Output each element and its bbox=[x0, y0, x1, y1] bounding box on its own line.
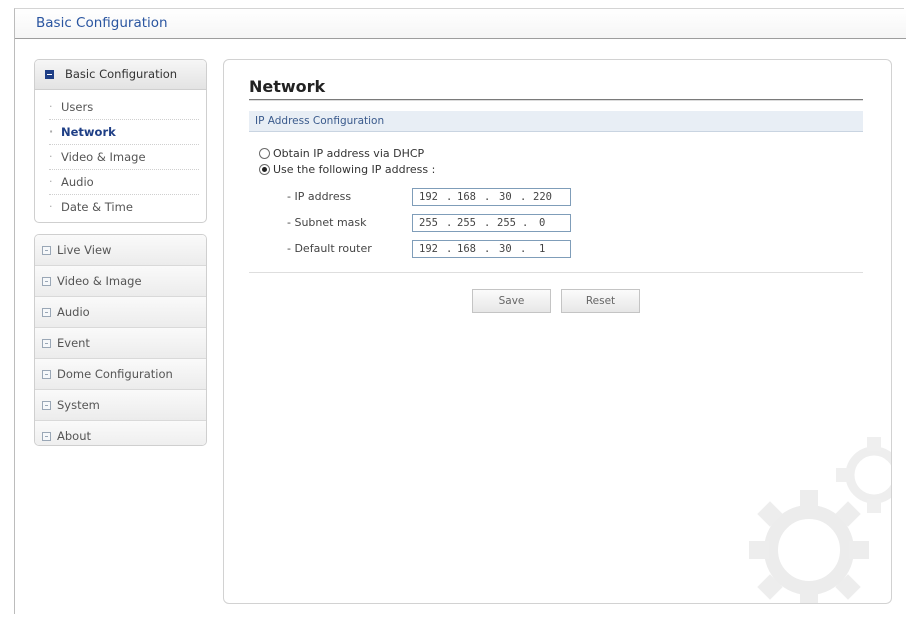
section-header: IP Address Configuration bbox=[249, 111, 863, 132]
minus-square-icon bbox=[45, 70, 54, 79]
subnet-mask-input[interactable]: 255 . 255 . 255 . 0 bbox=[412, 214, 571, 232]
form-divider bbox=[249, 272, 863, 273]
bullet-icon: · bbox=[49, 100, 53, 113]
sidebar-menu-event[interactable]: Event bbox=[35, 328, 206, 359]
sidebar-group-basic-configuration[interactable]: Basic Configuration bbox=[35, 60, 206, 90]
dhcp-radio[interactable] bbox=[259, 148, 270, 159]
plus-square-icon bbox=[42, 432, 51, 441]
sidebar-item-network[interactable]: · Network bbox=[49, 120, 199, 145]
router-octet-3[interactable]: 30 bbox=[499, 243, 512, 255]
dhcp-radio-label: Obtain IP address via DHCP bbox=[273, 147, 425, 160]
sidebar-item-label: Date & Time bbox=[61, 200, 133, 214]
page-title: Network bbox=[249, 77, 326, 96]
sidebar-menu-label: Dome Configuration bbox=[57, 367, 173, 381]
sidebar-item-label: Network bbox=[61, 125, 116, 139]
main-panel: Network IP Address Configuration Obtain … bbox=[223, 59, 892, 604]
sidebar-menu-label: Audio bbox=[57, 305, 90, 319]
section-title: IP Address Configuration bbox=[255, 115, 385, 127]
sidebar-item-video-image[interactable]: · Video & Image bbox=[49, 145, 199, 170]
sidebar-menu-live-view[interactable]: Live View bbox=[35, 235, 206, 266]
ip-octet-2[interactable]: 168 bbox=[457, 191, 476, 203]
ip-octet-3[interactable]: 30 bbox=[499, 191, 512, 203]
ip-address-input[interactable]: 192 . 168 . 30 . 220 bbox=[412, 188, 571, 206]
plus-square-icon bbox=[42, 401, 51, 410]
default-router-label: - Default router bbox=[287, 242, 372, 255]
plus-square-icon bbox=[42, 246, 51, 255]
subnet-octet-3[interactable]: 255 bbox=[497, 217, 516, 229]
sidebar-menu-system[interactable]: System bbox=[35, 390, 206, 421]
sidebar-config-group: Basic Configuration · Users · Network · … bbox=[34, 59, 207, 223]
sidebar-menu-audio[interactable]: Audio bbox=[35, 297, 206, 328]
ip-octet-4[interactable]: 220 bbox=[533, 191, 552, 203]
sidebar-menu-video-image[interactable]: Video & Image bbox=[35, 266, 206, 297]
bullet-icon: · bbox=[49, 150, 53, 163]
subnet-mask-label: - Subnet mask bbox=[287, 216, 367, 229]
sidebar-menu-label: Video & Image bbox=[57, 274, 142, 288]
sidebar-item-date-time[interactable]: · Date & Time bbox=[49, 195, 199, 219]
page-header-title: Basic Configuration bbox=[36, 15, 168, 31]
sidebar-menu-dome-configuration[interactable]: Dome Configuration bbox=[35, 359, 206, 390]
gears-watermark-icon bbox=[749, 437, 891, 603]
subnet-octet-2[interactable]: 255 bbox=[457, 217, 476, 229]
sidebar-menu-label: Event bbox=[57, 336, 90, 350]
sidebar-menu-label: System bbox=[57, 398, 100, 412]
top-bar: Basic Configuration bbox=[15, 9, 906, 39]
router-octet-2[interactable]: 168 bbox=[457, 243, 476, 255]
static-ip-radio[interactable] bbox=[259, 164, 270, 175]
sidebar-menu-label: Live View bbox=[57, 243, 112, 257]
sidebar-item-audio[interactable]: · Audio bbox=[49, 170, 199, 195]
sidebar-sub-list: · Users · Network · Video & Image · Audi… bbox=[49, 95, 199, 219]
sidebar-menu-label: About bbox=[57, 429, 92, 443]
sidebar-item-label: Video & Image bbox=[61, 150, 146, 164]
plus-square-icon bbox=[42, 308, 51, 317]
bullet-icon: · bbox=[49, 175, 53, 188]
reset-button[interactable]: Reset bbox=[561, 289, 640, 313]
ip-octet-1[interactable]: 192 bbox=[419, 191, 438, 203]
sidebar-item-users[interactable]: · Users bbox=[49, 95, 199, 120]
subnet-octet-4[interactable]: 0 bbox=[539, 217, 545, 229]
subnet-octet-1[interactable]: 255 bbox=[419, 217, 438, 229]
router-octet-1[interactable]: 192 bbox=[419, 243, 438, 255]
sidebar-menu: Live View Video & Image Audio Event Dome… bbox=[34, 234, 207, 446]
sidebar-group-label: Basic Configuration bbox=[65, 67, 178, 81]
save-button[interactable]: Save bbox=[472, 289, 551, 313]
bullet-icon: · bbox=[49, 200, 53, 213]
default-router-input[interactable]: 192 . 168 . 30 . 1 bbox=[412, 240, 571, 258]
router-octet-4[interactable]: 1 bbox=[539, 243, 545, 255]
sidebar-item-label: Audio bbox=[61, 175, 94, 189]
sidebar-menu-about[interactable]: About bbox=[35, 421, 206, 445]
plus-square-icon bbox=[42, 277, 51, 286]
title-divider bbox=[249, 99, 863, 101]
bullet-icon: · bbox=[49, 125, 54, 138]
static-ip-radio-label: Use the following IP address : bbox=[273, 163, 436, 176]
plus-square-icon bbox=[42, 339, 51, 348]
ip-address-label: - IP address bbox=[287, 190, 352, 203]
plus-square-icon bbox=[42, 370, 51, 379]
sidebar-item-label: Users bbox=[61, 100, 94, 114]
